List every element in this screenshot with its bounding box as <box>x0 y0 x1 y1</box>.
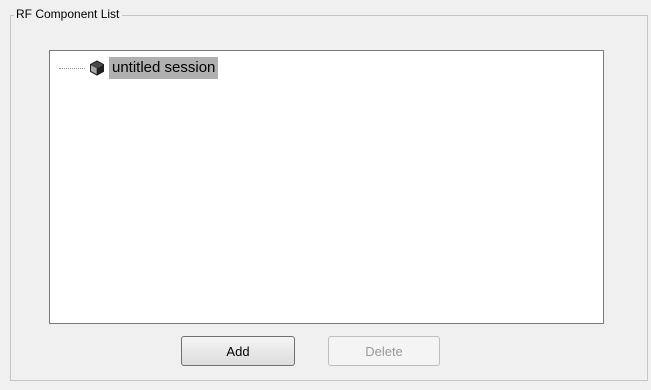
tree-node-label[interactable]: untitled session <box>109 57 219 79</box>
component-tree[interactable]: untitled session <box>49 50 604 324</box>
group-title: RF Component List <box>14 7 123 22</box>
delete-button[interactable]: Delete <box>328 336 440 366</box>
tree-connector-line <box>59 68 85 69</box>
cube-icon <box>88 59 106 77</box>
tree-node-untitled-session[interactable]: untitled session <box>59 57 219 79</box>
add-button[interactable]: Add <box>181 336 295 366</box>
